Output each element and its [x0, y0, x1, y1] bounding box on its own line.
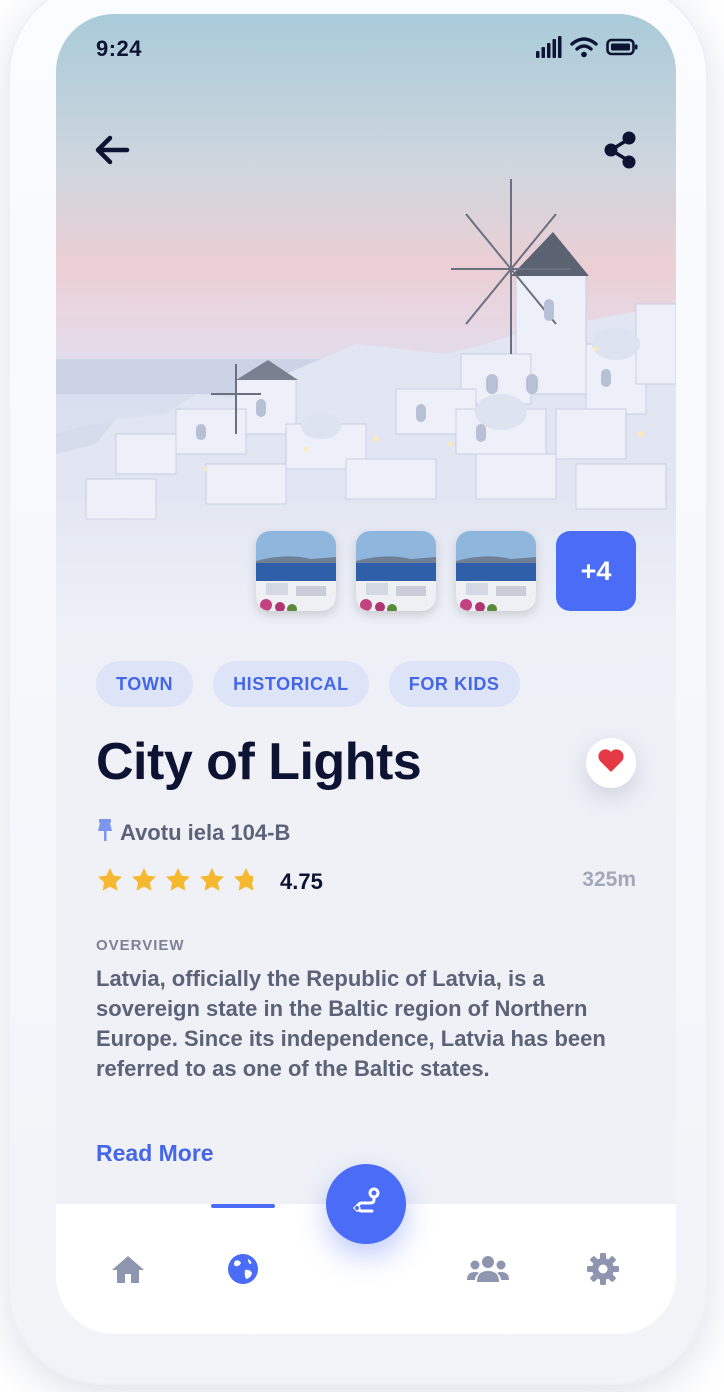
tab-explore[interactable] [218, 1246, 268, 1296]
gallery-thumbnail[interactable] [356, 531, 436, 611]
star-icon [130, 866, 158, 898]
share-icon [603, 131, 637, 174]
share-button[interactable] [598, 130, 642, 174]
address-text: Avotu iela 104-B [120, 819, 291, 845]
back-button[interactable] [90, 130, 134, 174]
overview-label: OVERVIEW [96, 937, 185, 954]
arrow-left-icon [94, 135, 130, 170]
read-more-link[interactable]: Read More [96, 1140, 214, 1167]
status-icons [536, 36, 638, 63]
status-time: 9:24 [96, 36, 143, 61]
tag-list: TOWN HISTORICAL FOR KIDS [96, 661, 520, 707]
signal-icon [536, 36, 562, 63]
wifi-icon [570, 36, 598, 63]
place-title: City of Lights [96, 733, 422, 791]
gallery-more-button[interactable]: +4 [556, 531, 636, 611]
rating-row: 4.75 [96, 866, 323, 898]
rating-value: 4.75 [280, 869, 323, 894]
active-tab-indicator [211, 1204, 275, 1208]
star-icon [96, 866, 124, 898]
home-icon [110, 1253, 146, 1290]
tab-community[interactable] [463, 1246, 513, 1296]
gallery-thumbnail[interactable] [456, 531, 536, 611]
gear-icon [586, 1252, 620, 1291]
distance-text: 325m [582, 868, 636, 891]
tag-chip[interactable]: HISTORICAL [213, 661, 369, 707]
star-icon [232, 866, 260, 898]
pin-icon [94, 817, 116, 848]
globe-icon [226, 1252, 260, 1291]
gallery-thumbnail[interactable] [256, 531, 336, 611]
tab-settings[interactable] [578, 1246, 628, 1296]
tag-chip[interactable]: FOR KIDS [388, 661, 520, 707]
phone-frame: 9:24 +4 TOWN HISTORICAL FOR KIDS City of… [8, 0, 708, 1385]
users-icon [467, 1254, 509, 1289]
star-icon [198, 866, 226, 898]
app-screen: 9:24 +4 TOWN HISTORICAL FOR KIDS City of… [56, 14, 676, 1334]
address-row: Avotu iela 104-B [94, 817, 290, 848]
star-icon [164, 866, 192, 898]
tab-home[interactable] [103, 1246, 153, 1296]
tag-chip[interactable]: TOWN [96, 661, 194, 707]
route-icon [348, 1184, 384, 1225]
battery-icon [606, 38, 638, 61]
favorite-button[interactable] [586, 738, 636, 788]
heart-icon [597, 748, 625, 778]
star-rating [96, 866, 260, 898]
overview-text: Latvia, officially the Republic of Latvi… [96, 966, 606, 1081]
route-button[interactable] [326, 1164, 406, 1244]
